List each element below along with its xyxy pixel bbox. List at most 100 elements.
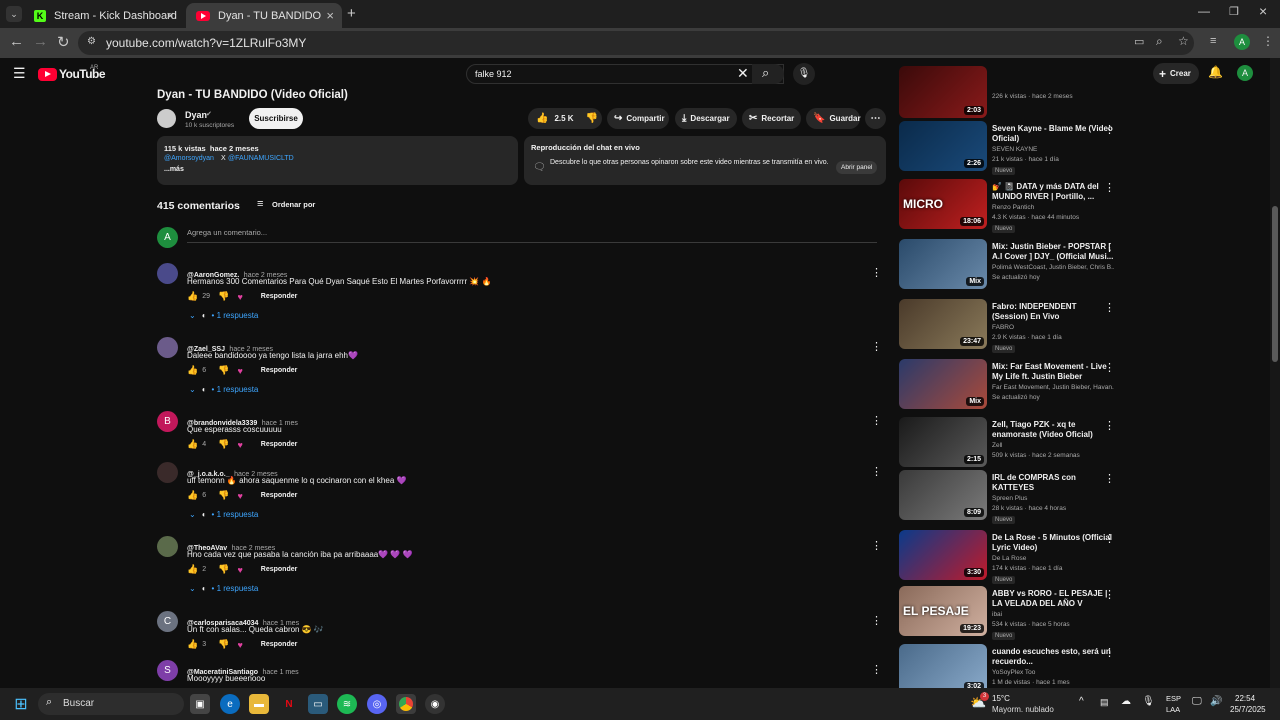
dislike-icon[interactable]: 👎: [586, 113, 598, 124]
language-code[interactable]: ESP: [1166, 694, 1181, 703]
close-window-button[interactable]: ×: [1259, 3, 1267, 19]
video-menu-icon[interactable]: ⋮: [1104, 361, 1115, 374]
replies-toggle[interactable]: ⌄ ◐ • 1 respuesta: [189, 510, 258, 519]
comment-avatar[interactable]: [157, 337, 178, 358]
sort-button[interactable]: Ordenar por: [272, 200, 315, 209]
sidebar-video-thumbnail[interactable]: 2:03: [899, 66, 987, 118]
tv-app-icon[interactable]: ▭: [308, 694, 328, 714]
notifications-bell-icon[interactable]: 🔔: [1208, 65, 1223, 79]
sidebar-video-channel[interactable]: Zell: [992, 441, 1114, 451]
replies-toggle[interactable]: ⌄ ◐ • 1 respuesta: [189, 385, 258, 394]
show-hidden-icons[interactable]: ^: [1079, 696, 1084, 707]
like-count[interactable]: 2.5 K: [554, 114, 573, 123]
description-link-2[interactable]: @FAUNAMUSICLTD: [228, 155, 294, 162]
comment-avatar[interactable]: C: [157, 611, 178, 632]
sidebar-video-title[interactable]: De La Rose - 5 Minutos (Official Lyric V…: [992, 533, 1114, 553]
comment-menu-icon[interactable]: ⋮: [871, 663, 882, 676]
forward-icon[interactable]: →: [33, 33, 48, 50]
reply-button[interactable]: Responder: [261, 293, 298, 300]
zoom-icon[interactable]: ⌕: [1156, 34, 1163, 49]
dislike-icon[interactable]: 👎: [218, 639, 229, 650]
youtube-logo-icon[interactable]: [38, 68, 57, 81]
network-icon[interactable]: 🖵: [1192, 696, 1202, 707]
like-icon[interactable]: 👍: [187, 564, 198, 575]
app-icon[interactable]: ◉: [425, 694, 445, 714]
sidebar-video-title[interactable]: IRL de COMPRAS con KATTEYES: [992, 473, 1114, 493]
menu-icon[interactable]: ☰: [13, 65, 26, 82]
browser-tab-youtube[interactable]: Dyan - TU BANDIDO (Video ×: [186, 3, 342, 28]
like-icon[interactable]: 👍: [536, 113, 548, 124]
more-actions-button[interactable]: ⋯: [865, 108, 886, 129]
like-icon[interactable]: 👍: [187, 490, 198, 501]
new-tab-button[interactable]: +: [347, 5, 356, 22]
scrollbar-thumb[interactable]: [1272, 206, 1278, 362]
sidebar-video-title[interactable]: Seven Kayne - Blame Me (Video Oficial): [992, 124, 1114, 144]
dislike-icon[interactable]: 👎: [218, 490, 229, 501]
dislike-icon[interactable]: 👎: [218, 564, 229, 575]
video-menu-icon[interactable]: ⋮: [1104, 241, 1115, 254]
comment-menu-icon[interactable]: ⋮: [871, 414, 882, 427]
open-panel-button[interactable]: Abrir panel: [836, 161, 878, 174]
comment-avatar[interactable]: [157, 536, 178, 557]
maximize-window-button[interactable]: ❐: [1229, 5, 1239, 18]
sidebar-video-title[interactable]: Zell, Tiago PZK - xq te enamoraste (Vide…: [992, 420, 1114, 440]
sidebar-video-channel[interactable]: Renzo Pantich: [992, 203, 1114, 213]
sidebar-video-title[interactable]: ABBY vs RORO - EL PESAJE | LA VELADA DEL…: [992, 589, 1114, 609]
like-icon[interactable]: 👍: [187, 291, 198, 302]
sidebar-video-channel[interactable]: Polimá WestCoast, Justin Bieber, Chris B…: [992, 263, 1114, 273]
dislike-icon[interactable]: 👎: [218, 291, 229, 302]
sidebar-video-thumbnail[interactable]: Mix: [899, 239, 987, 289]
video-menu-icon[interactable]: ⋮: [1104, 646, 1115, 659]
search-button[interactable]: ⌕: [752, 64, 784, 84]
dislike-icon[interactable]: 👎: [218, 439, 229, 450]
comment-menu-icon[interactable]: ⋮: [871, 614, 882, 627]
sidebar-video-channel[interactable]: YoSoyPlex Too: [992, 668, 1114, 678]
comment-menu-icon[interactable]: ⋮: [871, 539, 882, 552]
video-menu-icon[interactable]: ⋮: [1104, 419, 1115, 432]
sidebar-video-title[interactable]: cuando escuches esto, será un recuerdo..…: [992, 647, 1114, 667]
comment-menu-icon[interactable]: ⋮: [871, 465, 882, 478]
bookmark-star-icon[interactable]: ☆: [1178, 34, 1189, 48]
weather-text[interactable]: Mayorm. nublado: [992, 705, 1054, 714]
comment-time[interactable]: hace 1 mes: [262, 669, 298, 676]
reading-list-icon[interactable]: ≡: [1210, 35, 1216, 47]
tray-app-icon[interactable]: ▤: [1100, 697, 1109, 708]
netflix-icon[interactable]: N: [279, 694, 299, 714]
video-menu-icon[interactable]: ⋮: [1104, 123, 1115, 136]
clock-date[interactable]: 25/7/2025: [1230, 705, 1266, 714]
taskbar-search[interactable]: ⌕ Buscar: [38, 693, 184, 715]
sidebar-video-title[interactable]: 💅 📓 DATA y más DATA del MUNDO RIVER | Po…: [992, 182, 1114, 202]
sidebar-video-channel[interactable]: De La Rose: [992, 554, 1114, 564]
clip-button[interactable]: ✂ Recortar: [742, 108, 801, 129]
add-comment-input[interactable]: Agrega un comentario...: [187, 228, 877, 243]
comment-avatar[interactable]: S: [157, 660, 178, 681]
replies-toggle[interactable]: ⌄ ◐ • 1 respuesta: [189, 311, 258, 320]
comment-avatar[interactable]: [157, 263, 178, 284]
file-explorer-icon[interactable]: ▬: [249, 694, 269, 714]
sidebar-video-thumbnail[interactable]: Mix: [899, 359, 987, 409]
more-link[interactable]: ...más: [164, 166, 184, 173]
download-button[interactable]: ⤓ Descargar: [675, 108, 737, 129]
description-box[interactable]: 115 k vistas hace 2 meses @Amorsoydyan X…: [157, 136, 518, 185]
voice-search-button[interactable]: 🎙: [793, 63, 815, 85]
edge-icon[interactable]: e: [220, 694, 240, 714]
sidebar-video-thumbnail[interactable]: 8:09: [899, 470, 987, 520]
sidebar-video-thumbnail[interactable]: 2:15: [899, 417, 987, 467]
sidebar-video-thumbnail[interactable]: 2:26: [899, 121, 987, 171]
microphone-icon[interactable]: 🎙: [1142, 696, 1155, 707]
clock-time[interactable]: 22:54: [1235, 694, 1255, 703]
close-tab-icon[interactable]: ×: [166, 8, 174, 23]
account-avatar[interactable]: A: [1237, 65, 1253, 81]
create-button[interactable]: + Crear: [1153, 63, 1199, 84]
sidebar-video-thumbnail[interactable]: MICRO 18:06: [899, 179, 987, 229]
task-view-icon[interactable]: ▣: [190, 694, 210, 714]
page-scrollbar[interactable]: [1270, 58, 1280, 688]
reply-button[interactable]: Responder: [261, 566, 298, 573]
sidebar-video-channel[interactable]: Spreen Plus: [992, 494, 1114, 504]
sidebar-video-title[interactable]: Fabro: INDEPENDENT (Session) En Vivo: [992, 302, 1114, 322]
sidebar-video-channel[interactable]: Far East Movement, Justin Bieber, Havan.…: [992, 383, 1114, 393]
video-menu-icon[interactable]: ⋮: [1104, 588, 1115, 601]
sort-icon[interactable]: ≡: [257, 198, 263, 210]
like-icon[interactable]: 👍: [187, 365, 198, 376]
keyboard-layout[interactable]: LAA: [1166, 705, 1180, 714]
